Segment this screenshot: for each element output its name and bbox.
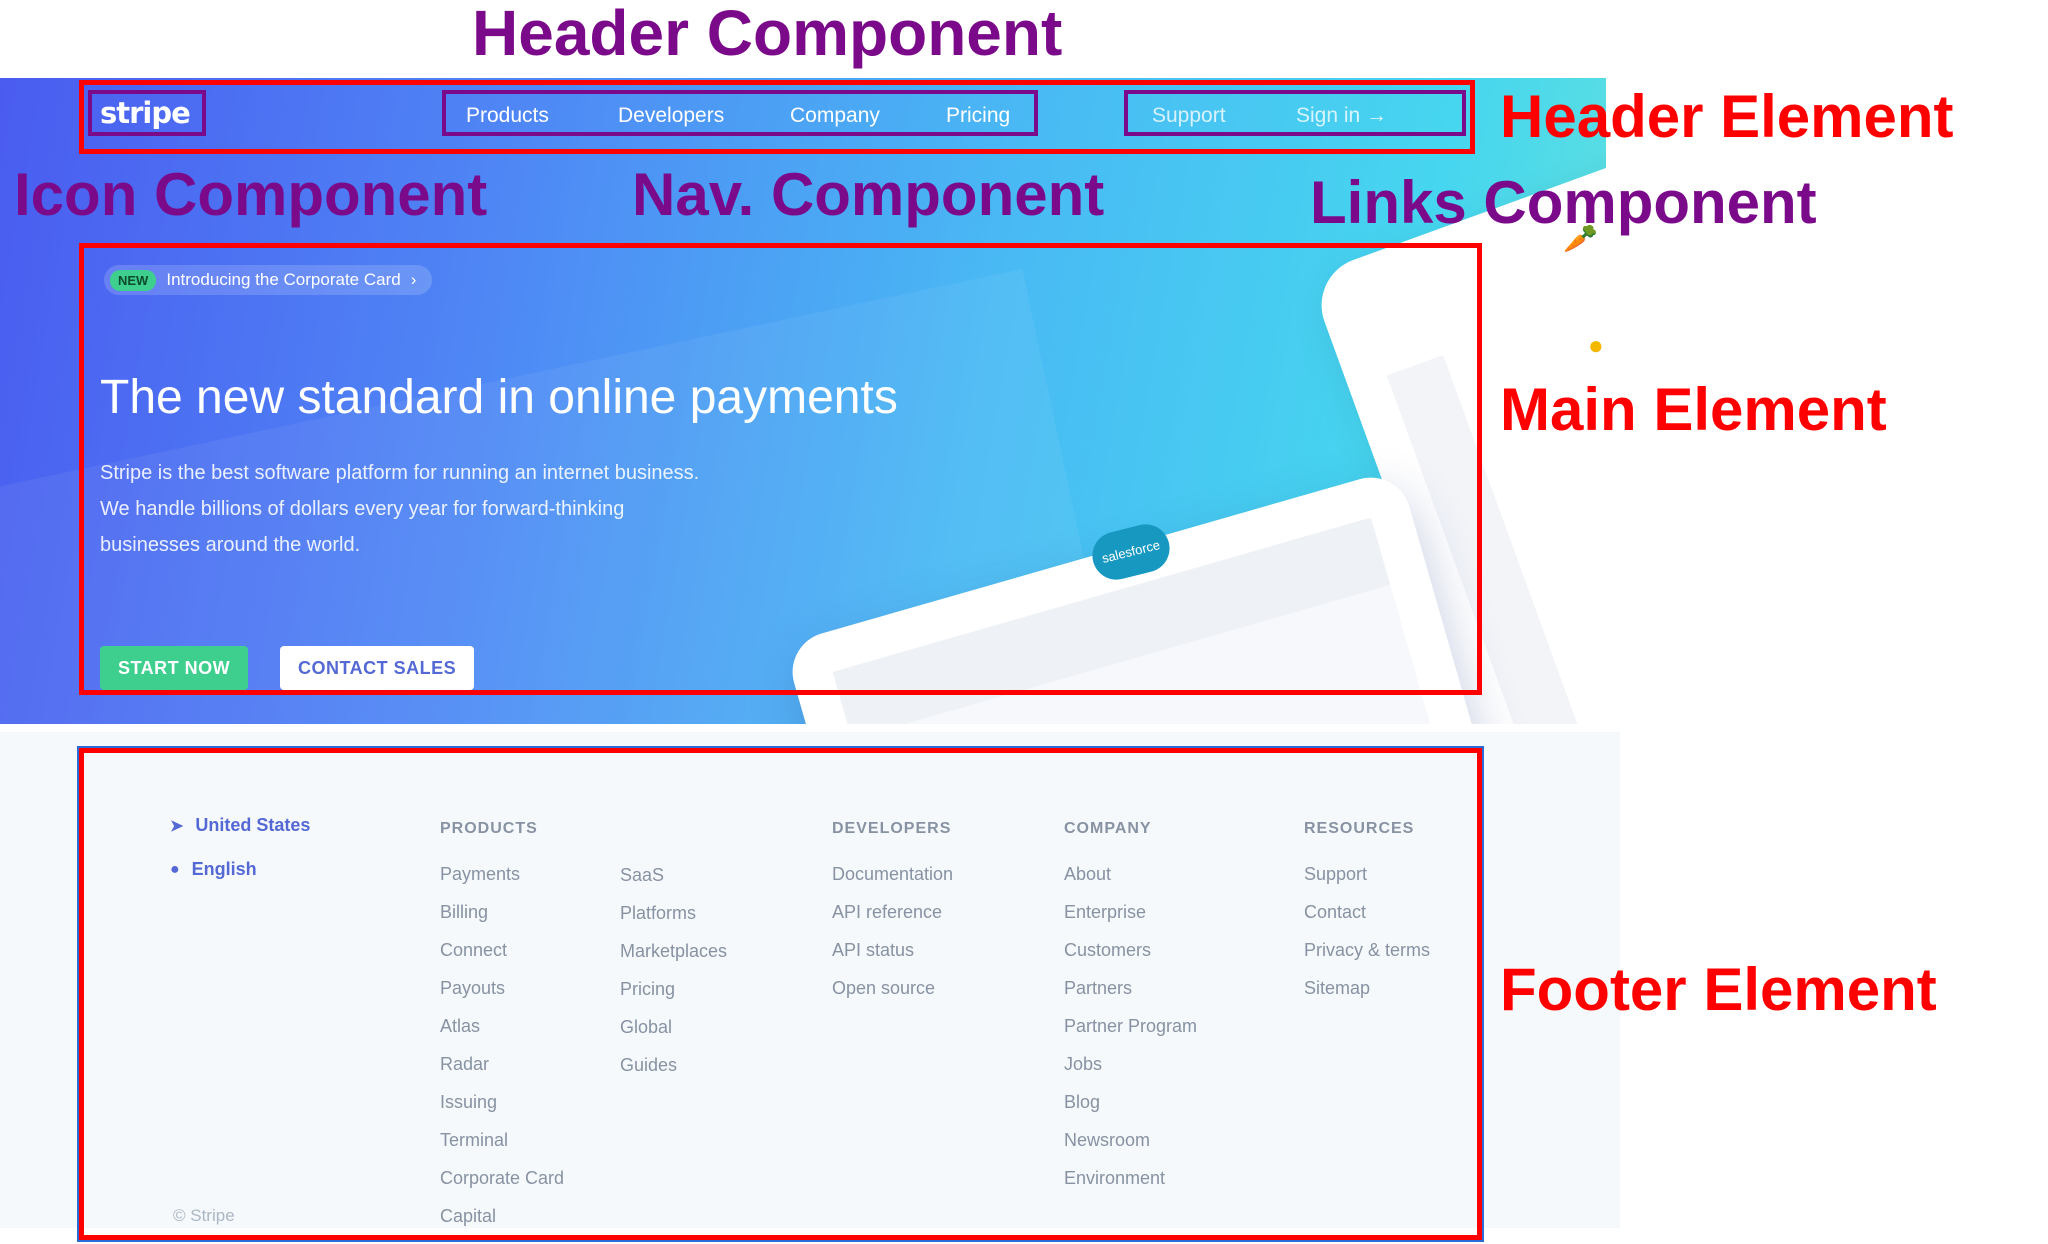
footer-link[interactable]: Customers <box>1064 940 1197 978</box>
footer-link[interactable]: API status <box>832 940 953 978</box>
footer-link[interactable]: Documentation <box>832 864 953 902</box>
footer-link[interactable]: Environment <box>1064 1168 1197 1206</box>
footer-link[interactable]: Privacy & terms <box>1304 940 1430 978</box>
footer-link[interactable]: Atlas <box>440 1016 564 1054</box>
footer-heading <box>620 820 727 839</box>
nav-company[interactable]: Company <box>790 104 880 128</box>
nav-products[interactable]: Products <box>466 104 549 128</box>
country-label: United States <box>195 815 311 835</box>
footer-col-resources: RESOURCES Support Contact Privacy & term… <box>1304 820 1430 1016</box>
support-link[interactable]: Support <box>1152 104 1226 128</box>
footer-heading: RESOURCES <box>1304 820 1415 837</box>
announcement-pill[interactable]: NEW Introducing the Corporate Card › <box>104 265 433 295</box>
footer-col-developers: DEVELOPERS Documentation API reference A… <box>832 820 953 1016</box>
stripe-logo[interactable]: stripe <box>100 96 191 130</box>
footer-link[interactable]: Partners <box>1064 978 1197 1016</box>
nav-developers[interactable]: Developers <box>618 104 724 128</box>
country-selector[interactable]: ➤ United States <box>170 815 310 836</box>
footer-link[interactable]: Guides <box>620 1055 727 1093</box>
footer-link[interactable]: Connect <box>440 940 564 978</box>
annotation-links-component: Links Component <box>1310 169 1817 236</box>
start-now-button[interactable]: START NOW <box>100 646 249 690</box>
footer-heading: COMPANY <box>1064 820 1152 837</box>
footer-link[interactable]: Global <box>620 1017 727 1055</box>
footer-link[interactable]: Radar <box>440 1054 564 1092</box>
annotation-header-element: Header Element <box>1500 83 1954 150</box>
footer-link[interactable]: Jobs <box>1064 1054 1197 1092</box>
footer-link[interactable]: Payments <box>440 864 564 902</box>
announcement-text: Introducing the Corporate Card <box>166 270 401 289</box>
footer-link[interactable]: SaaS <box>620 865 727 903</box>
footer-link[interactable]: Open source <box>832 978 953 1016</box>
hero-title: The new standard in online payments <box>100 371 898 424</box>
contact-sales-button[interactable]: CONTACT SALES <box>280 646 475 690</box>
annotation-nav-component: Nav. Component <box>632 161 1105 228</box>
footer-link[interactable]: Billing <box>440 902 564 940</box>
footer-link[interactable]: Enterprise <box>1064 902 1197 940</box>
annotation-main-element: Main Element <box>1500 376 1887 443</box>
footer-link[interactable]: Terminal <box>440 1130 564 1168</box>
copyright-text: © Stripe <box>173 1206 235 1225</box>
footer-link[interactable]: Blog <box>1064 1092 1197 1130</box>
lemon-icon: ● <box>1588 330 1604 360</box>
hero-subtitle: Stripe is the best software platform for… <box>100 462 700 556</box>
chevron-right-icon: › <box>410 270 417 289</box>
footer-link[interactable]: Contact <box>1304 902 1430 940</box>
footer-link[interactable]: Capital <box>440 1206 564 1244</box>
language-label: English <box>191 859 257 879</box>
footer-link[interactable]: Issuing <box>440 1092 564 1130</box>
footer-link[interactable]: Payouts <box>440 978 564 1016</box>
footer-link[interactable]: Marketplaces <box>620 941 727 979</box>
annotation-header-component: Header Component <box>472 0 1063 69</box>
footer-link[interactable]: Newsroom <box>1064 1130 1197 1168</box>
footer-link[interactable]: Pricing <box>620 979 727 1017</box>
sign-in-link[interactable]: Sign in → <box>1296 104 1387 128</box>
nav-pricing[interactable]: Pricing <box>946 104 1010 128</box>
footer-link[interactable]: Sitemap <box>1304 978 1430 1016</box>
annotation-footer-element: Footer Element <box>1500 956 1937 1023</box>
new-badge: NEW <box>110 269 157 291</box>
footer-col-products-more: SaaS Platforms Marketplaces Pricing Glob… <box>620 820 727 1093</box>
location-arrow-icon: ➤ <box>170 817 184 835</box>
footer-link[interactable]: Platforms <box>620 903 727 941</box>
footer-link[interactable]: About <box>1064 864 1197 902</box>
language-selector[interactable]: ● English <box>170 859 257 880</box>
footer-heading: DEVELOPERS <box>832 820 952 837</box>
speech-bubble-icon: ● <box>170 860 180 878</box>
footer-col-company: COMPANY About Enterprise Customers Partn… <box>1064 820 1197 1206</box>
footer-link[interactable]: Support <box>1304 864 1430 902</box>
footer-col-products: PRODUCTS Payments Billing Connect Payout… <box>440 820 564 1244</box>
footer-link[interactable]: Corporate Card <box>440 1168 564 1206</box>
footer-heading: PRODUCTS <box>440 820 538 837</box>
footer-link[interactable]: Partner Program <box>1064 1016 1197 1054</box>
annotation-icon-component: Icon Component <box>14 161 488 228</box>
footer-link[interactable]: API reference <box>832 902 953 940</box>
